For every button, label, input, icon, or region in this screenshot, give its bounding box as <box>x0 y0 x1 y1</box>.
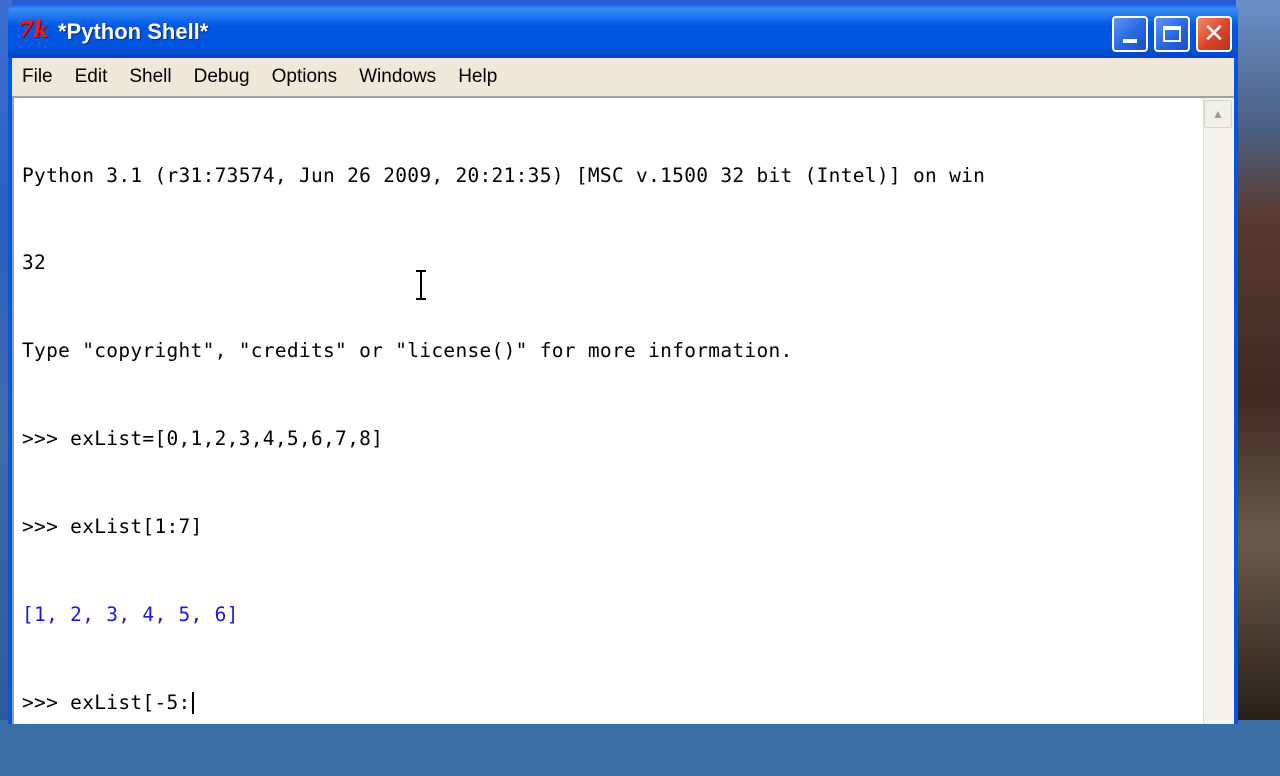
ibeam-cursor-icon <box>416 270 426 300</box>
python-shell-window: 7k *Python Shell* ✕ File Edit Shell Debu… <box>8 4 1238 724</box>
menu-edit[interactable]: Edit <box>64 58 119 96</box>
text-cursor <box>191 692 194 715</box>
window-title: *Python Shell* <box>58 19 209 44</box>
tk-app-icon[interactable]: 7k <box>18 18 52 42</box>
close-button[interactable]: ✕ <box>1196 16 1232 52</box>
shell-output[interactable]: Python 3.1 (r31:73574, Jun 26 2009, 20:2… <box>22 102 1202 776</box>
menu-debug[interactable]: Debug <box>183 58 261 96</box>
menu-windows[interactable]: Windows <box>348 58 447 96</box>
menu-shell[interactable]: Shell <box>118 58 182 96</box>
title-bar[interactable]: 7k *Python Shell* ✕ <box>8 4 1238 58</box>
shell-text-area[interactable]: Python 3.1 (r31:73574, Jun 26 2009, 20:2… <box>12 96 1234 724</box>
menu-file[interactable]: File <box>12 58 64 96</box>
shell-line-input: >>> exList=[0,1,2,3,4,5,6,7,8] <box>22 427 384 451</box>
shell-line-banner: Type "copyright", "credits" or "license(… <box>22 339 793 363</box>
maximize-icon <box>1163 26 1181 42</box>
arrow-up-icon: ▲ <box>1212 107 1224 121</box>
shell-line-current-input[interactable]: >>> exList[-5: <box>22 688 1202 717</box>
minimize-button[interactable] <box>1112 16 1148 52</box>
shell-line-input: >>> exList[1:7] <box>22 515 203 539</box>
menu-options[interactable]: Options <box>261 58 348 96</box>
current-input-text[interactable]: >>> exList[-5: <box>22 691 191 714</box>
vertical-scrollbar[interactable]: ▲ <box>1203 98 1234 724</box>
close-icon: ✕ <box>1203 19 1225 49</box>
shell-line-banner: 32 <box>22 251 47 275</box>
shell-line-output: [1, 2, 3, 4, 5, 6] <box>22 603 239 627</box>
desktop-background-right <box>1236 0 1280 720</box>
menu-bar: File Edit Shell Debug Options Windows He… <box>12 58 1234 96</box>
minimize-icon <box>1123 39 1137 43</box>
shell-line-banner: Python 3.1 (r31:73574, Jun 26 2009, 20:2… <box>22 163 986 187</box>
scroll-up-button[interactable]: ▲ <box>1204 100 1232 128</box>
menu-help[interactable]: Help <box>447 58 508 96</box>
maximize-button[interactable] <box>1154 16 1190 52</box>
